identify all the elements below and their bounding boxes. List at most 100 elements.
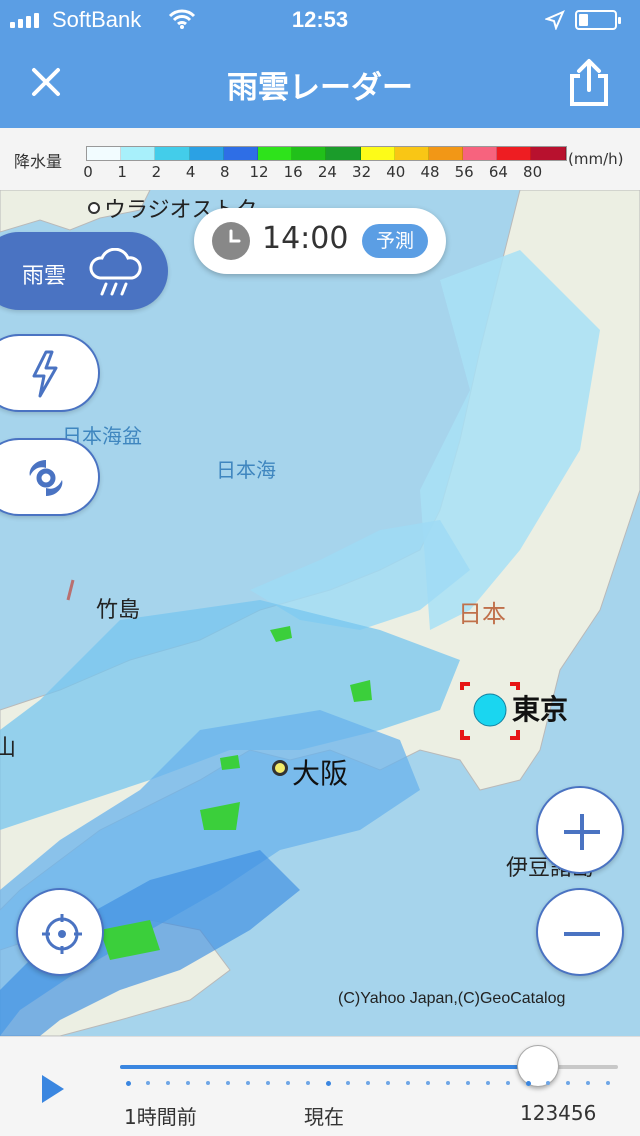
radar-map[interactable]: ウラジオストク 日本海盆 日本海 竹島 日本 東京 大阪 伊豆諸島 山 14:0… [0, 190, 640, 1036]
timeline-label-now: 現在 [304, 1105, 344, 1129]
legend-swatch [394, 147, 429, 160]
timeline-tick-dot [506, 1081, 510, 1085]
legend-swatch [463, 147, 498, 160]
timeline-tick-dot [426, 1081, 430, 1085]
vladivostok-dot [88, 202, 100, 214]
legend-unit: (mm/h) [568, 150, 624, 168]
timeline-tick-dot [446, 1081, 450, 1085]
status-bar: SoftBank 12:53 [0, 0, 640, 40]
typhoon-layer-button[interactable] [0, 438, 100, 516]
legend-tick: 4 [185, 163, 196, 181]
timeline-tick-dot [486, 1081, 490, 1085]
osaka-dot [272, 760, 288, 776]
timeline-ticks [126, 1081, 616, 1087]
legend-tick: 0 [83, 163, 93, 181]
timeline-tick-dot [166, 1081, 170, 1085]
legend-swatch [121, 147, 156, 160]
legend-swatch [189, 147, 224, 160]
legend-tick: 40 [386, 163, 406, 181]
timeline-tick-dot [306, 1081, 310, 1085]
thunder-layer-button[interactable] [0, 334, 100, 412]
timeline-tick-dot [406, 1081, 410, 1085]
legend-swatch [497, 147, 532, 160]
clock-icon [212, 222, 250, 260]
forecast-time-pill: 14:00 予測 [194, 208, 446, 274]
timeline-tick-dot [546, 1081, 550, 1085]
legend-tick: 80 [523, 163, 543, 181]
legend-tick: 64 [488, 163, 508, 181]
timeline-tick-dot [266, 1081, 270, 1085]
forecast-badge: 予測 [362, 224, 428, 258]
typhoon-icon [29, 460, 63, 496]
rain-cloud-icon [89, 248, 142, 296]
legend-tick: 1 [117, 163, 127, 181]
timeline-label-future: 123456 [520, 1101, 597, 1125]
precipitation-legend: 降水量 0 1 2 4 8 12 16 24 32 40 48 56 64 80 (mm/h) [0, 128, 640, 190]
sea-of-japan-label: 日本海 [216, 458, 276, 482]
legend-swatch [257, 147, 293, 160]
share-icon[interactable] [566, 58, 612, 108]
legend-tick: 32 [352, 163, 372, 181]
timeline-tick-dot [126, 1081, 131, 1086]
osaka-label: 大阪 [292, 757, 349, 790]
tokyo-label: 東京 [512, 693, 569, 726]
legend-tick: 48 [420, 163, 440, 181]
rain-layer-label: 雨雲 [22, 264, 67, 289]
timeline-tick-dot [286, 1081, 290, 1085]
timeline-tick-dot [326, 1081, 331, 1086]
legend-tick: 56 [454, 163, 474, 181]
legend-ticks: 0 1 2 4 8 12 16 24 32 40 48 56 64 80 [0, 163, 640, 183]
nav-bar: 雨雲レーダー [0, 40, 640, 128]
timeline-label-past: 1時間前 [124, 1105, 197, 1129]
timeline-tick-dot [466, 1081, 470, 1085]
timeline-slider[interactable] [120, 1045, 618, 1087]
play-icon[interactable] [40, 1073, 66, 1105]
legend-color-bar [86, 146, 567, 161]
timeline-tick-dot [526, 1081, 531, 1086]
plus-icon [564, 814, 600, 850]
legend-swatch [428, 147, 464, 160]
timeline-bar: 1時間前 現在 123456 [0, 1036, 640, 1136]
zoom-in-button[interactable] [536, 786, 624, 874]
legend-swatch [292, 147, 327, 160]
timeline-tick-dot [146, 1081, 150, 1085]
takeshima-label: 竹島 [96, 598, 141, 623]
legend-tick: 16 [283, 163, 303, 181]
legend-swatch [326, 147, 361, 160]
timeline-tick-dot [566, 1081, 570, 1085]
battery-icon [575, 10, 621, 30]
minus-icon [564, 932, 600, 936]
legend-swatch [360, 147, 395, 160]
map-copyright: (C)Yahoo Japan,(C)GeoCatalog [338, 990, 566, 1007]
legend-swatch [223, 147, 258, 160]
clock-time: 12:53 [291, 7, 349, 32]
legend-swatch [87, 147, 122, 160]
timeline-tick-dot [386, 1081, 390, 1085]
legend-tick: 12 [249, 163, 269, 181]
timeline-tick-dot [606, 1081, 610, 1085]
rain-layer-button[interactable]: 雨雲 [0, 232, 168, 310]
zoom-out-button[interactable] [536, 888, 624, 976]
legend-tick: 2 [151, 163, 162, 181]
current-location-button[interactable] [16, 888, 104, 976]
timeline-tick-dot [586, 1081, 590, 1085]
legend-swatch [155, 147, 190, 160]
forecast-time: 14:00 [262, 221, 349, 256]
japan-label: 日本 [458, 600, 506, 628]
timeline-tick-dot [246, 1081, 250, 1085]
legend-swatch [531, 147, 566, 160]
lightning-icon [32, 350, 58, 398]
page-title: 雨雲レーダー [227, 70, 413, 106]
timeline-tick-dot [226, 1081, 230, 1085]
timeline-tick-dot [346, 1081, 350, 1085]
crosshair-icon [42, 914, 82, 954]
timeline-tick-dot [366, 1081, 370, 1085]
timeline-tick-dot [186, 1081, 190, 1085]
timeline-tick-dot [206, 1081, 210, 1085]
battery-fill [579, 14, 588, 26]
legend-tick: 24 [317, 163, 337, 181]
timeline-progress [120, 1065, 539, 1069]
location-arrow-icon [545, 10, 565, 30]
edge-label: 山 [0, 736, 17, 761]
legend-tick: 8 [220, 163, 230, 181]
